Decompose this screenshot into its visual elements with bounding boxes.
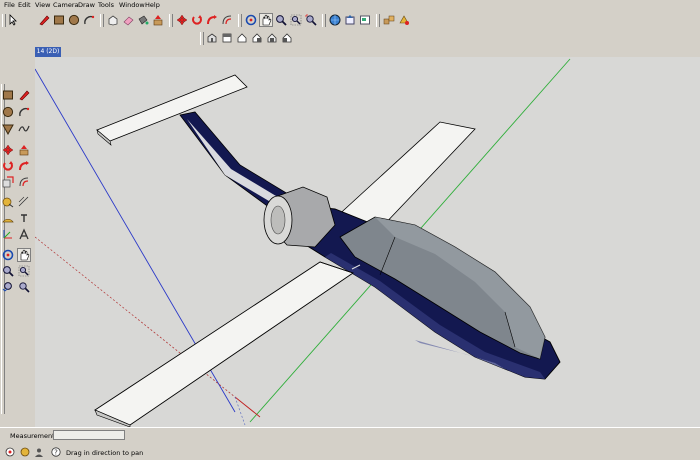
menu-tools[interactable]: Tools	[96, 1, 116, 10]
back-view-icon[interactable]	[265, 31, 279, 45]
svg-text:?: ?	[54, 449, 58, 457]
text-icon[interactable]	[17, 211, 31, 225]
paint-bucket-icon[interactable]	[136, 13, 150, 27]
red-axis	[234, 396, 261, 418]
zoom-extents-icon[interactable]	[17, 280, 31, 294]
pencil-icon[interactable]	[37, 13, 51, 27]
push-pull-icon[interactable]	[17, 143, 31, 157]
share-model-icon[interactable]	[343, 13, 357, 27]
model-viewport[interactable]	[35, 57, 700, 427]
toolbar-separator	[238, 14, 242, 27]
move-icon[interactable]	[1, 143, 15, 157]
protractor-icon[interactable]	[1, 211, 15, 225]
select-icon[interactable]	[6, 13, 20, 27]
zoom-window-icon[interactable]	[17, 264, 31, 278]
help-icon[interactable]: ?	[51, 447, 61, 457]
axes-icon[interactable]	[1, 227, 15, 241]
menu-draw[interactable]: Draw	[76, 1, 97, 10]
orbit-icon[interactable]	[244, 13, 258, 27]
previous-view-icon[interactable]	[1, 280, 15, 294]
orbit-icon[interactable]	[1, 248, 15, 262]
zoom-icon[interactable]	[1, 264, 15, 278]
measurements-input[interactable]	[53, 430, 125, 440]
airplane-model	[35, 58, 571, 427]
materials-icon[interactable]	[397, 13, 411, 27]
left-view-icon[interactable]	[280, 31, 294, 45]
circle-icon[interactable]	[1, 105, 15, 119]
eraser-icon[interactable]	[121, 13, 135, 27]
status-hint: Drag in direction to pan	[66, 449, 144, 457]
dimension-icon[interactable]	[17, 195, 31, 209]
front-view-icon[interactable]	[235, 31, 249, 45]
rotate-icon[interactable]	[190, 13, 204, 27]
measurements-label: Measurements	[10, 432, 59, 440]
offset-icon[interactable]	[220, 13, 234, 27]
follow-me-icon[interactable]	[17, 159, 31, 173]
toolbar-separator	[376, 14, 380, 27]
pan-icon[interactable]	[259, 13, 273, 27]
scene-tab[interactable]: 14 (2D)	[35, 47, 61, 57]
menu-help[interactable]: Help	[143, 1, 162, 10]
menu-view[interactable]: View	[33, 1, 52, 10]
menu-edit[interactable]: Edit	[16, 1, 33, 10]
pan-icon[interactable]	[17, 248, 31, 262]
zoom-icon[interactable]	[274, 13, 288, 27]
polygon-icon[interactable]	[1, 122, 15, 136]
send-to-layout-icon[interactable]	[358, 13, 372, 27]
toolbar-grip[interactable]	[200, 32, 204, 45]
geo-location-icon[interactable]	[5, 447, 15, 457]
components-icon[interactable]	[382, 13, 396, 27]
make-component-icon[interactable]	[106, 13, 120, 27]
main-toolbar	[0, 11, 700, 31]
menu-file[interactable]: File	[2, 1, 17, 10]
left-toolbar	[0, 82, 35, 417]
status-bar: Measurements ? Drag in direction to pan	[0, 427, 700, 460]
user-icon[interactable]	[34, 447, 44, 457]
rectangle-icon[interactable]	[1, 88, 15, 102]
tape-measure-icon[interactable]	[1, 195, 15, 209]
toolbar-separator	[322, 14, 326, 27]
credits-icon[interactable]	[20, 447, 30, 457]
arc-icon[interactable]	[82, 13, 96, 27]
freehand-icon[interactable]	[17, 122, 31, 136]
get-models-icon[interactable]	[328, 13, 342, 27]
toolbar-separator	[100, 14, 104, 27]
zoom-window-icon[interactable]	[289, 13, 303, 27]
scale-icon[interactable]	[1, 175, 15, 189]
follow-me-icon[interactable]	[205, 13, 219, 27]
pencil-icon[interactable]	[17, 88, 31, 102]
push-pull-icon[interactable]	[151, 13, 165, 27]
3d-text-icon[interactable]	[17, 227, 31, 241]
right-view-icon[interactable]	[250, 31, 264, 45]
iso-view-icon[interactable]	[205, 31, 219, 45]
menu-bar: File Edit View Camera Draw Tools Window …	[0, 0, 700, 11]
rectangle-icon[interactable]	[52, 13, 66, 27]
toolbar-separator	[169, 14, 173, 27]
move-icon[interactable]	[175, 13, 189, 27]
arc-icon[interactable]	[17, 105, 31, 119]
circle-icon[interactable]	[67, 13, 81, 27]
offset-icon[interactable]	[17, 175, 31, 189]
zoom-extents-icon[interactable]	[304, 13, 318, 27]
top-view-icon[interactable]	[220, 31, 234, 45]
rotate-icon[interactable]	[1, 159, 15, 173]
views-toolbar	[0, 30, 700, 47]
